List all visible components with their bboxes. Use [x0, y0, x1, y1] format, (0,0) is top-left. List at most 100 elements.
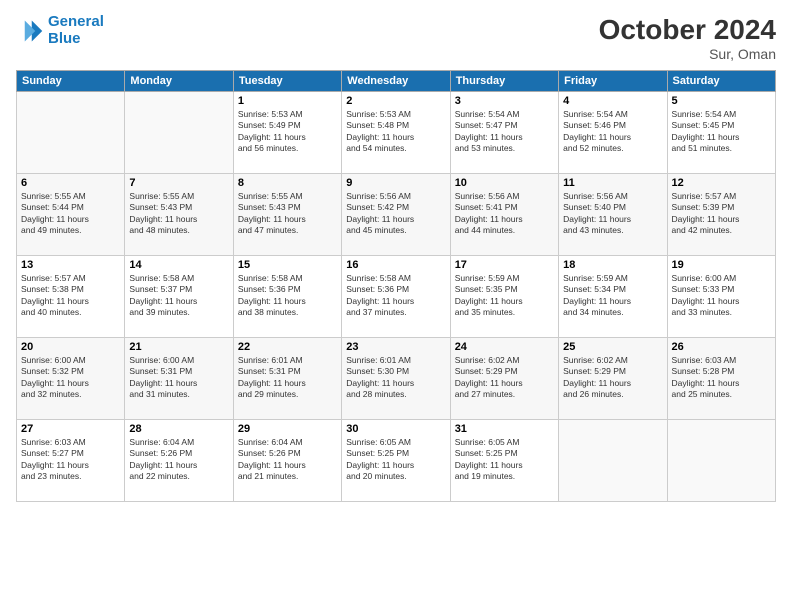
day-info: Sunrise: 5:55 AM Sunset: 5:44 PM Dayligh… [21, 191, 120, 237]
day-cell: 31Sunrise: 6:05 AM Sunset: 5:25 PM Dayli… [450, 420, 558, 502]
day-cell: 23Sunrise: 6:01 AM Sunset: 5:30 PM Dayli… [342, 338, 450, 420]
day-number: 27 [21, 423, 120, 435]
day-info: Sunrise: 5:53 AM Sunset: 5:49 PM Dayligh… [238, 109, 337, 155]
day-number: 26 [672, 341, 771, 353]
day-cell: 13 Sunrise: 5:57 AM Sunset: 5:38 PM Dayli… [17, 256, 125, 338]
day-cell: 21Sunrise: 6:00 AM Sunset: 5:31 PM Dayli… [125, 338, 233, 420]
day-number: 5 [672, 95, 771, 107]
day-number: 14 [129, 259, 228, 271]
day-info: Sunrise: 6:02 AM Sunset: 5:29 PM Dayligh… [455, 355, 554, 401]
day-cell: 2Sunrise: 5:53 AM Sunset: 5:48 PM Daylig… [342, 92, 450, 174]
column-header-thursday: Thursday [450, 71, 558, 92]
column-header-saturday: Saturday [667, 71, 775, 92]
day-cell [559, 420, 667, 502]
day-number: 22 [238, 341, 337, 353]
day-cell: 18 Sunrise: 5:59 AM Sunset: 5:34 PM Dayli… [559, 256, 667, 338]
day-info: Sunrise: 5:58 AM Sunset: 5:36 PM Dayligh… [346, 273, 445, 319]
day-cell: 16 Sunrise: 5:58 AM Sunset: 5:36 PM Dayli… [342, 256, 450, 338]
day-info: Sunrise: 6:01 AM Sunset: 5:31 PM Dayligh… [238, 355, 337, 401]
day-cell: 12Sunrise: 5:57 AM Sunset: 5:39 PM Dayli… [667, 174, 775, 256]
logo-icon [16, 17, 44, 45]
logo: General Blue [16, 14, 104, 47]
day-cell: 22 Sunrise: 6:01 AM Sunset: 5:31 PM Dayli… [233, 338, 341, 420]
day-cell [667, 420, 775, 502]
day-info: Sunrise: 6:04 AM Sunset: 5:26 PM Dayligh… [129, 437, 228, 483]
title-block: October 2024 Sur, Oman [599, 14, 776, 62]
header-row: SundayMondayTuesdayWednesdayThursdayFrid… [17, 71, 776, 92]
day-info: Sunrise: 5:57 AM Sunset: 5:38 PM Dayligh… [21, 273, 120, 319]
day-info: Sunrise: 5:54 AM Sunset: 5:47 PM Dayligh… [455, 109, 554, 155]
column-header-monday: Monday [125, 71, 233, 92]
month-title: October 2024 [599, 14, 776, 46]
header: General Blue October 2024 Sur, Oman [16, 14, 776, 62]
week-row-3: 13 Sunrise: 5:57 AM Sunset: 5:38 PM Dayli… [17, 256, 776, 338]
day-info: Sunrise: 5:55 AM Sunset: 5:43 PM Dayligh… [129, 191, 228, 237]
day-cell [125, 92, 233, 174]
day-number: 16 [346, 259, 445, 271]
day-number: 2 [346, 95, 445, 107]
day-info: Sunrise: 5:55 AM Sunset: 5:43 PM Dayligh… [238, 191, 337, 237]
day-info: Sunrise: 5:54 AM Sunset: 5:45 PM Dayligh… [672, 109, 771, 155]
day-number: 19 [672, 259, 771, 271]
logo-text: General Blue [48, 14, 104, 47]
column-header-wednesday: Wednesday [342, 71, 450, 92]
location: Sur, Oman [599, 46, 776, 62]
day-number: 18 [563, 259, 662, 271]
day-number: 15 [238, 259, 337, 271]
column-header-tuesday: Tuesday [233, 71, 341, 92]
week-row-1: 1 Sunrise: 5:53 AM Sunset: 5:49 PM Daylig… [17, 92, 776, 174]
day-cell: 8 Sunrise: 5:55 AM Sunset: 5:43 PM Daylig… [233, 174, 341, 256]
week-row-2: 6 Sunrise: 5:55 AM Sunset: 5:44 PM Daylig… [17, 174, 776, 256]
day-cell: 4Sunrise: 5:54 AM Sunset: 5:46 PM Daylig… [559, 92, 667, 174]
day-info: Sunrise: 6:05 AM Sunset: 5:25 PM Dayligh… [346, 437, 445, 483]
day-cell: 27 Sunrise: 6:03 AM Sunset: 5:27 PM Dayli… [17, 420, 125, 502]
day-info: Sunrise: 5:58 AM Sunset: 5:36 PM Dayligh… [238, 273, 337, 319]
day-number: 1 [238, 95, 337, 107]
day-cell: 6 Sunrise: 5:55 AM Sunset: 5:44 PM Daylig… [17, 174, 125, 256]
day-cell: 5 Sunrise: 5:54 AM Sunset: 5:45 PM Daylig… [667, 92, 775, 174]
day-info: Sunrise: 6:02 AM Sunset: 5:29 PM Dayligh… [563, 355, 662, 401]
day-number: 6 [21, 177, 120, 189]
calendar-body: 1 Sunrise: 5:53 AM Sunset: 5:49 PM Daylig… [17, 92, 776, 502]
day-info: Sunrise: 5:56 AM Sunset: 5:42 PM Dayligh… [346, 191, 445, 237]
week-row-4: 20 Sunrise: 6:00 AM Sunset: 5:32 PM Dayli… [17, 338, 776, 420]
day-cell [17, 92, 125, 174]
day-number: 8 [238, 177, 337, 189]
day-info: Sunrise: 6:00 AM Sunset: 5:32 PM Dayligh… [21, 355, 120, 401]
day-cell: 9 Sunrise: 5:56 AM Sunset: 5:42 PM Daylig… [342, 174, 450, 256]
day-cell: 24 Sunrise: 6:02 AM Sunset: 5:29 PM Dayli… [450, 338, 558, 420]
day-number: 7 [129, 177, 228, 189]
day-number: 9 [346, 177, 445, 189]
day-number: 28 [129, 423, 228, 435]
day-cell: 10Sunrise: 5:56 AM Sunset: 5:41 PM Dayli… [450, 174, 558, 256]
day-cell: 19Sunrise: 6:00 AM Sunset: 5:33 PM Dayli… [667, 256, 775, 338]
calendar-header: SundayMondayTuesdayWednesdayThursdayFrid… [17, 71, 776, 92]
day-info: Sunrise: 5:56 AM Sunset: 5:41 PM Dayligh… [455, 191, 554, 237]
day-number: 23 [346, 341, 445, 353]
logo-line1: General [48, 13, 104, 30]
page: General Blue October 2024 Sur, Oman Sund… [0, 0, 792, 612]
day-number: 4 [563, 95, 662, 107]
day-info: Sunrise: 6:05 AM Sunset: 5:25 PM Dayligh… [455, 437, 554, 483]
day-cell: 25 Sunrise: 6:02 AM Sunset: 5:29 PM Dayli… [559, 338, 667, 420]
day-number: 29 [238, 423, 337, 435]
day-number: 13 [21, 259, 120, 271]
day-cell: 17Sunrise: 5:59 AM Sunset: 5:35 PM Dayli… [450, 256, 558, 338]
day-cell: 1 Sunrise: 5:53 AM Sunset: 5:49 PM Daylig… [233, 92, 341, 174]
day-number: 20 [21, 341, 120, 353]
day-info: Sunrise: 5:59 AM Sunset: 5:34 PM Dayligh… [563, 273, 662, 319]
day-info: Sunrise: 5:57 AM Sunset: 5:39 PM Dayligh… [672, 191, 771, 237]
column-header-friday: Friday [559, 71, 667, 92]
day-number: 11 [563, 177, 662, 189]
day-cell: 7 Sunrise: 5:55 AM Sunset: 5:43 PM Daylig… [125, 174, 233, 256]
day-number: 24 [455, 341, 554, 353]
day-cell: 30Sunrise: 6:05 AM Sunset: 5:25 PM Dayli… [342, 420, 450, 502]
week-row-5: 27 Sunrise: 6:03 AM Sunset: 5:27 PM Dayli… [17, 420, 776, 502]
day-info: Sunrise: 6:03 AM Sunset: 5:27 PM Dayligh… [21, 437, 120, 483]
day-cell: 20 Sunrise: 6:00 AM Sunset: 5:32 PM Dayli… [17, 338, 125, 420]
day-cell: 26Sunrise: 6:03 AM Sunset: 5:28 PM Dayli… [667, 338, 775, 420]
column-header-sunday: Sunday [17, 71, 125, 92]
day-info: Sunrise: 6:04 AM Sunset: 5:26 PM Dayligh… [238, 437, 337, 483]
logo-line2: Blue [48, 30, 81, 47]
day-number: 25 [563, 341, 662, 353]
